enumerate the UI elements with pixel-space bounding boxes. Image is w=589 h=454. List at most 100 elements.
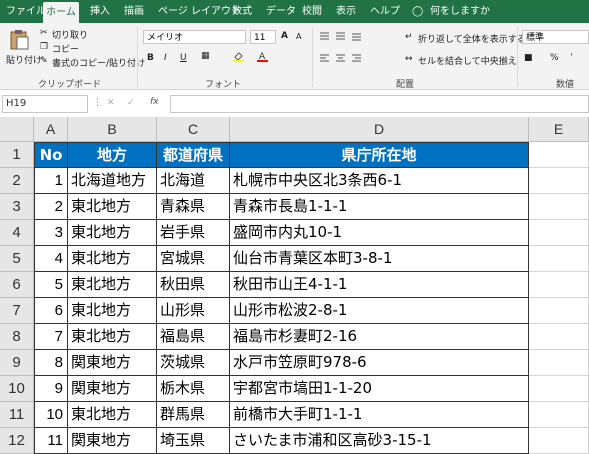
format-painter-button[interactable]: 書式のコピー/貼り付け bbox=[52, 56, 145, 69]
tab-view[interactable]: 表示 bbox=[336, 0, 356, 23]
cell[interactable] bbox=[529, 402, 589, 428]
cell[interactable] bbox=[529, 168, 589, 194]
cell[interactable] bbox=[529, 428, 589, 454]
table-cell-no[interactable]: 10 bbox=[34, 402, 68, 428]
cell[interactable] bbox=[529, 376, 589, 402]
font-size-combo[interactable]: 11 bbox=[250, 30, 276, 44]
tab-insert[interactable]: 挿入 bbox=[90, 0, 110, 23]
align-right-icon[interactable] bbox=[351, 53, 362, 64]
tab-help[interactable]: ヘルプ bbox=[370, 0, 400, 23]
table-cell[interactable]: 北海道地方 bbox=[68, 168, 157, 194]
align-left-icon[interactable] bbox=[319, 53, 330, 64]
merge-center-button[interactable]: セルを結合して中央揃え bbox=[418, 54, 517, 67]
column-header-a[interactable]: A bbox=[34, 117, 68, 142]
comma-icon[interactable]: ’ bbox=[570, 53, 573, 63]
italic-button[interactable]: I bbox=[164, 53, 167, 63]
table-cell[interactable]: 埼玉県 bbox=[157, 428, 230, 454]
table-cell[interactable]: 東北地方 bbox=[68, 220, 157, 246]
row-header[interactable]: 4 bbox=[0, 220, 34, 246]
table-cell[interactable]: 東北地方 bbox=[68, 298, 157, 324]
copy-icon[interactable]: ❐ bbox=[40, 42, 48, 52]
cell[interactable] bbox=[529, 298, 589, 324]
tab-data[interactable]: データ bbox=[266, 0, 296, 23]
align-bottom-icon[interactable] bbox=[351, 31, 362, 42]
table-cell-no[interactable]: 8 bbox=[34, 350, 68, 376]
table-cell[interactable]: 青森市長島1-1-1 bbox=[230, 194, 529, 220]
format-painter-icon[interactable]: ✎ bbox=[40, 56, 48, 66]
tab-home[interactable]: ホーム bbox=[43, 2, 79, 23]
row-header[interactable]: 5 bbox=[0, 246, 34, 272]
table-cell[interactable]: 盛岡市内丸10-1 bbox=[230, 220, 529, 246]
table-cell[interactable]: 青森県 bbox=[157, 194, 230, 220]
number-format-combo[interactable]: 標準 bbox=[522, 30, 589, 44]
bold-button[interactable]: B bbox=[147, 53, 154, 63]
table-header-cell[interactable]: 都道府県 bbox=[157, 142, 230, 168]
table-cell[interactable]: 栃木県 bbox=[157, 376, 230, 402]
underline-button[interactable]: U bbox=[180, 53, 187, 63]
cut-button[interactable]: 切り取り bbox=[52, 28, 88, 41]
table-cell[interactable]: 関東地方 bbox=[68, 350, 157, 376]
fill-color-icon[interactable] bbox=[233, 51, 244, 62]
table-cell[interactable]: 福島県 bbox=[157, 324, 230, 350]
cell[interactable] bbox=[529, 246, 589, 272]
font-color-icon[interactable]: A bbox=[257, 51, 268, 62]
row-header[interactable]: 12 bbox=[0, 428, 34, 454]
paste-button[interactable]: 貼り付け bbox=[6, 53, 42, 66]
table-cell-no[interactable]: 7 bbox=[34, 324, 68, 350]
cell[interactable] bbox=[529, 272, 589, 298]
row-header[interactable]: 7 bbox=[0, 298, 34, 324]
borders-icon[interactable]: ▦ bbox=[201, 51, 210, 61]
table-cell[interactable]: 秋田県 bbox=[157, 272, 230, 298]
shrink-font-button[interactable]: A bbox=[296, 32, 301, 41]
table-cell-no[interactable]: 2 bbox=[34, 194, 68, 220]
column-header-b[interactable]: B bbox=[68, 117, 157, 142]
cell[interactable] bbox=[529, 220, 589, 246]
table-cell[interactable]: 仙台市青葉区本町3-8-1 bbox=[230, 246, 529, 272]
cancel-icon[interactable]: ✕ bbox=[107, 98, 115, 108]
table-cell[interactable]: 関東地方 bbox=[68, 428, 157, 454]
table-cell[interactable]: 北海道 bbox=[157, 168, 230, 194]
tab-draw[interactable]: 描画 bbox=[124, 0, 144, 23]
cell[interactable] bbox=[529, 142, 589, 168]
table-cell[interactable]: 札幌市中央区北3条西6-1 bbox=[230, 168, 529, 194]
table-cell[interactable]: 岩手県 bbox=[157, 220, 230, 246]
font-name-combo[interactable]: メイリオ bbox=[143, 30, 246, 44]
column-header-d[interactable]: D bbox=[230, 117, 529, 142]
table-cell[interactable]: さいたま市浦和区高砂3-15-1 bbox=[230, 428, 529, 454]
insert-function-button[interactable]: fx bbox=[150, 97, 159, 107]
row-header[interactable]: 3 bbox=[0, 194, 34, 220]
copy-button[interactable]: コピー bbox=[52, 42, 79, 55]
scissors-icon[interactable]: ✂ bbox=[40, 28, 48, 38]
table-cell[interactable]: 東北地方 bbox=[68, 402, 157, 428]
table-cell[interactable]: 東北地方 bbox=[68, 272, 157, 298]
cell[interactable] bbox=[529, 194, 589, 220]
paste-icon[interactable] bbox=[8, 29, 30, 51]
tell-me-search[interactable]: 何をしますか bbox=[430, 0, 490, 23]
row-header[interactable]: 8 bbox=[0, 324, 34, 350]
tab-file[interactable]: ファイル bbox=[6, 0, 46, 23]
formula-input[interactable] bbox=[170, 95, 589, 113]
tab-formulas[interactable]: 数式 bbox=[232, 0, 252, 23]
cell[interactable] bbox=[529, 350, 589, 376]
table-cell[interactable]: 山形県 bbox=[157, 298, 230, 324]
tab-review[interactable]: 校閲 bbox=[302, 0, 322, 23]
table-cell[interactable]: 前橋市大手町1-1-1 bbox=[230, 402, 529, 428]
percent-button[interactable]: % bbox=[550, 53, 559, 63]
table-cell[interactable]: 関東地方 bbox=[68, 376, 157, 402]
table-cell[interactable]: 東北地方 bbox=[68, 194, 157, 220]
tab-page-layout[interactable]: ページ レイアウト bbox=[158, 0, 241, 23]
row-header[interactable]: 10 bbox=[0, 376, 34, 402]
table-cell[interactable]: 福島市杉妻町2-16 bbox=[230, 324, 529, 350]
align-center-icon[interactable] bbox=[335, 53, 346, 64]
align-top-icon[interactable] bbox=[319, 31, 330, 42]
table-cell[interactable]: 水戸市笠原町978-6 bbox=[230, 350, 529, 376]
wrap-text-button[interactable]: 折り返して全体を表示する bbox=[418, 32, 526, 45]
table-cell[interactable]: 東北地方 bbox=[68, 324, 157, 350]
table-cell[interactable]: 宮城県 bbox=[157, 246, 230, 272]
table-cell-no[interactable]: 11 bbox=[34, 428, 68, 454]
row-header[interactable]: 2 bbox=[0, 168, 34, 194]
table-header-cell[interactable]: 地方 bbox=[68, 142, 157, 168]
table-cell[interactable]: 茨城県 bbox=[157, 350, 230, 376]
table-cell-no[interactable]: 5 bbox=[34, 272, 68, 298]
cell[interactable] bbox=[529, 324, 589, 350]
